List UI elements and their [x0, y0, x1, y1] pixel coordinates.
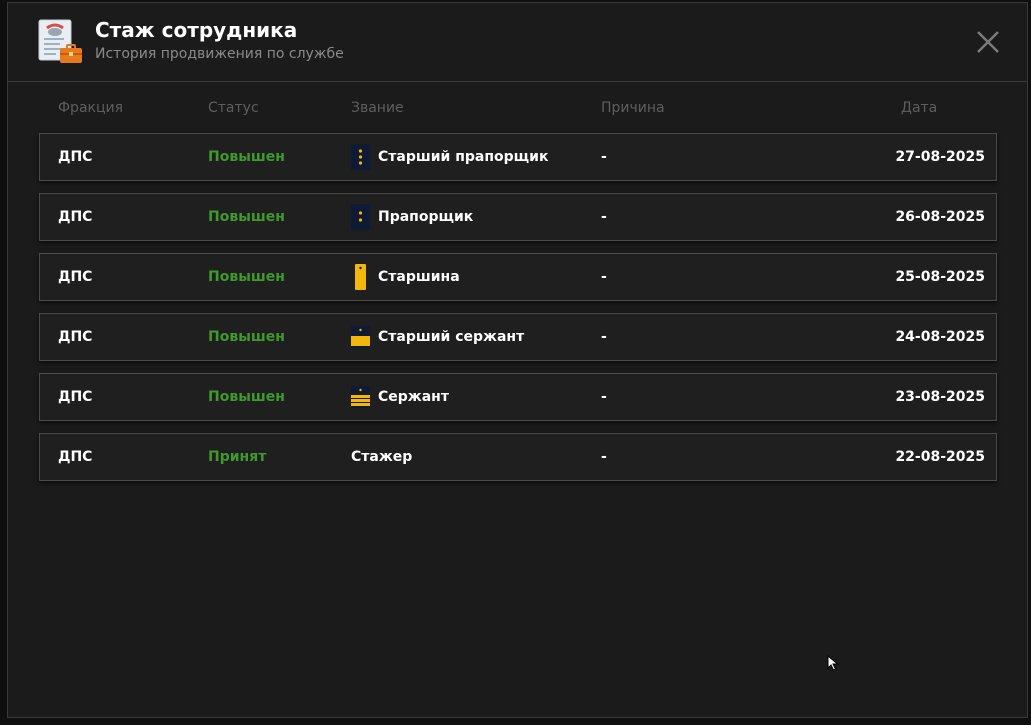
faction-cell: ДПС [58, 269, 93, 285]
rank-label: Старший сержант [378, 329, 525, 345]
rank-label: Старшина [378, 269, 460, 285]
reason-cell: - [601, 329, 607, 345]
reason-cell: - [601, 149, 607, 165]
rank-label: Стажер [351, 449, 413, 465]
date-cell: 24-08-2025 [895, 329, 985, 345]
reason-cell: - [601, 449, 607, 465]
date-cell: 23-08-2025 [895, 389, 985, 405]
close-icon[interactable] [975, 29, 1001, 55]
column-header-reason: Причина [601, 100, 665, 116]
starshina-stripe-icon [355, 264, 366, 290]
reason-cell: - [601, 209, 607, 225]
status-cell: Повышен [208, 329, 285, 345]
status-cell: Повышен [208, 149, 285, 165]
table-row: ДПС Повышен Старший прапорщик - 27-08-20… [39, 133, 997, 181]
status-cell: Повышен [208, 389, 285, 405]
table-row: ДПС Повышен Старший сержант - 24-08-2025 [39, 313, 997, 361]
rank-cell: Стажер [351, 434, 412, 480]
faction-cell: ДПС [58, 329, 93, 345]
senior-sergeant-wide-stripe-icon [351, 326, 370, 348]
table-row: ДПС Принят Стажер - 22-08-2025 [39, 433, 997, 481]
status-cell: Повышен [208, 269, 285, 285]
table-row: ДПС Повышен Сержант - 23-08-2025 [39, 373, 997, 421]
rank-cell: Старшина [351, 254, 460, 300]
seniority-window: Стаж сотрудника История продвижения по с… [7, 2, 1028, 718]
window-header: Стаж сотрудника История продвижения по с… [8, 3, 1027, 82]
rank-cell: Старший прапорщик [351, 134, 548, 180]
mouse-cursor-icon [827, 655, 839, 671]
rank-label: Сержант [378, 389, 449, 405]
column-header-date: Дата [901, 100, 938, 116]
document-briefcase-icon [38, 19, 82, 63]
column-header-faction: Фракция [58, 100, 124, 116]
rank-label: Прапорщик [378, 209, 474, 225]
ensign-3-stars-icon [351, 144, 370, 170]
window-title: Стаж сотрудника [95, 18, 298, 42]
status-cell: Принят [208, 449, 267, 465]
rank-cell: Сержант [351, 374, 449, 420]
table-row: ДПС Повышен Старшина - 25-08-2025 [39, 253, 997, 301]
rank-cell: Прапорщик [351, 194, 473, 240]
window-subtitle: История продвижения по службе [95, 46, 344, 62]
sergeant-three-stripes-icon [351, 386, 370, 408]
date-cell: 22-08-2025 [895, 449, 985, 465]
status-cell: Повышен [208, 209, 285, 225]
ensign-2-stars-icon [351, 204, 370, 230]
column-header-status: Статус [208, 100, 259, 116]
column-header-rank: Звание [351, 100, 404, 116]
faction-cell: ДПС [58, 209, 93, 225]
date-cell: 27-08-2025 [895, 149, 985, 165]
faction-cell: ДПС [58, 149, 93, 165]
table-row: ДПС Повышен Прапорщик - 26-08-2025 [39, 193, 997, 241]
faction-cell: ДПС [58, 449, 93, 465]
date-cell: 25-08-2025 [895, 269, 985, 285]
faction-cell: ДПС [58, 389, 93, 405]
reason-cell: - [601, 389, 607, 405]
date-cell: 26-08-2025 [895, 209, 985, 225]
rank-label: Старший прапорщик [378, 149, 549, 165]
rank-cell: Старший сержант [351, 314, 524, 360]
reason-cell: - [601, 269, 607, 285]
